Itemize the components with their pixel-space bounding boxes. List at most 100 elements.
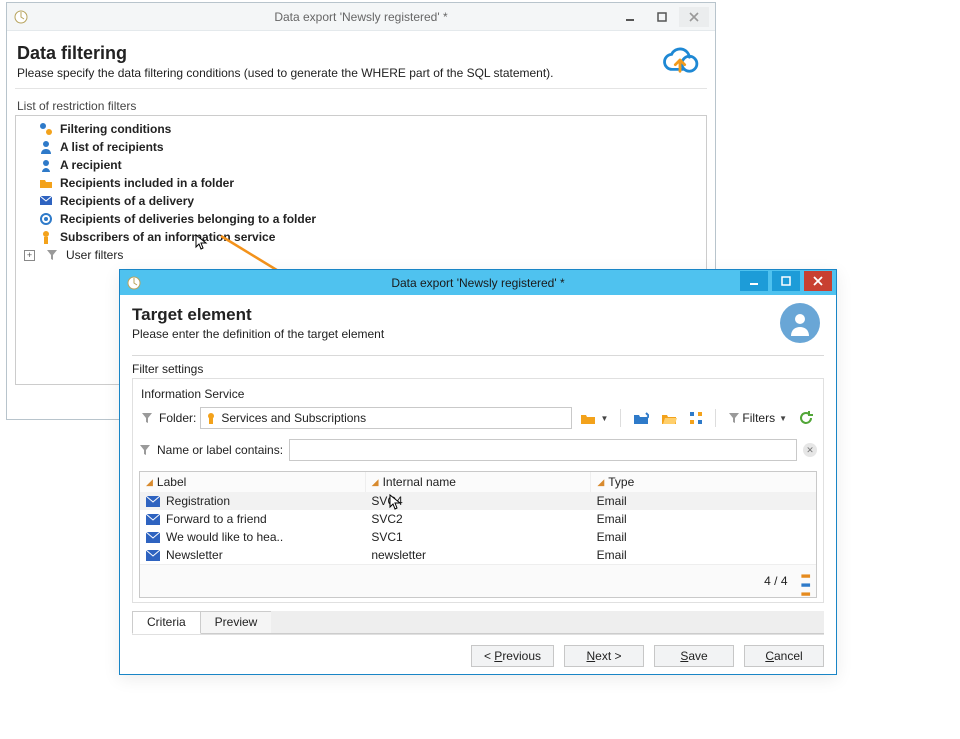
close-button[interactable] xyxy=(804,271,832,291)
minimize-button[interactable] xyxy=(615,7,645,27)
folder-input[interactable]: Services and Subscriptions xyxy=(200,407,572,429)
cell-internal: SVC2 xyxy=(365,511,590,527)
expand-icon[interactable]: + xyxy=(24,250,35,261)
maximize-button[interactable] xyxy=(772,271,800,291)
filter-label: A recipient xyxy=(60,158,122,172)
back-title: Data export 'Newsly registered' * xyxy=(7,10,715,24)
cell-internal: SVC1 xyxy=(365,529,590,545)
filter-recipients-delivery[interactable]: Recipients of a delivery xyxy=(20,192,702,210)
tabs: Criteria Preview xyxy=(132,611,824,634)
front-title: Data export 'Newsly registered' * xyxy=(120,276,836,290)
envelope-icon xyxy=(38,193,54,209)
maximize-button[interactable] xyxy=(647,7,677,27)
cell-type: Email xyxy=(591,529,816,545)
cell-label: Registration xyxy=(166,494,230,508)
cloud-upload-icon xyxy=(661,45,699,75)
col-label[interactable]: ◢Label xyxy=(140,472,366,492)
filter-settings-panel: Information Service Folder: Services and… xyxy=(132,378,824,603)
funnel-icon xyxy=(44,247,60,263)
app-icon xyxy=(126,275,142,291)
cell-label: Forward to a friend xyxy=(166,512,267,526)
filter-list-recipients[interactable]: A list of recipients xyxy=(20,138,702,156)
cell-type: Email xyxy=(591,511,816,527)
clear-button[interactable]: ✕ xyxy=(803,443,817,457)
save-button[interactable]: Save xyxy=(654,645,734,667)
funnel-icon xyxy=(139,444,151,456)
funnel-icon xyxy=(141,412,153,424)
folder-browse-button[interactable]: ▼ xyxy=(576,407,612,429)
filter-label: User filters xyxy=(66,248,123,262)
cell-type: Email xyxy=(591,493,816,509)
avatar-icon xyxy=(780,303,820,343)
filters-dropdown-label: Filters xyxy=(742,411,775,425)
name-filter-label: Name or label contains: xyxy=(157,443,283,457)
envelope-icon xyxy=(146,496,160,507)
table-row[interactable]: Registration SVC4Email xyxy=(140,492,816,510)
front-titlebar[interactable]: Data export 'Newsly registered' * xyxy=(120,270,836,295)
filter-label: Recipients included in a folder xyxy=(60,176,234,190)
filter-label: Recipients of a delivery xyxy=(60,194,194,208)
envelope-icon xyxy=(146,550,160,561)
conditions-icon xyxy=(38,121,54,137)
filter-user-filters[interactable]: + User filters xyxy=(20,246,702,264)
filter-label: Subscribers of an information service xyxy=(60,230,275,244)
tree-button[interactable] xyxy=(685,407,707,429)
info-service-label: Information Service xyxy=(141,387,817,401)
subscriber-icon xyxy=(38,229,54,245)
person-icon xyxy=(38,157,54,173)
people-icon xyxy=(38,139,54,155)
back-heading: Data filtering xyxy=(17,43,661,64)
cell-label: Newsletter xyxy=(166,548,223,562)
refresh-button[interactable] xyxy=(795,407,817,429)
filter-recipients-deliveries-folder[interactable]: Recipients of deliveries belonging to a … xyxy=(20,210,702,228)
filter-subscribers-service[interactable]: Subscribers of an information service xyxy=(20,228,702,246)
folder-icon xyxy=(38,175,54,191)
cancel-button[interactable]: Cancel xyxy=(744,645,824,667)
next-button[interactable]: Next > xyxy=(564,645,644,667)
filters-group-label: List of restriction filters xyxy=(17,99,707,113)
tab-preview[interactable]: Preview xyxy=(200,611,273,634)
filter-label: A list of recipients xyxy=(60,140,164,154)
filter-settings-label: Filter settings xyxy=(132,362,824,376)
name-filter-input[interactable] xyxy=(289,439,797,461)
app-icon xyxy=(13,9,29,25)
filters-dropdown[interactable]: Filters ▼ xyxy=(724,407,791,429)
front-window: Data export 'Newsly registered' * Target… xyxy=(119,269,837,675)
tab-strip xyxy=(271,611,824,634)
cell-label: We would like to hea.. xyxy=(166,530,283,544)
subscriber-icon xyxy=(205,412,217,424)
front-subtitle: Please enter the definition of the targe… xyxy=(132,327,770,341)
folder-open-button[interactable] xyxy=(657,407,681,429)
services-table: ◢Label ◢Internal name ◢Type Registration… xyxy=(139,471,817,598)
folder-label: Folder: xyxy=(159,411,196,425)
divider xyxy=(715,409,716,427)
envelope-icon xyxy=(146,532,160,543)
row-count: 4 / 4 xyxy=(764,574,787,588)
table-row[interactable]: We would like to hea.. SVC1Email xyxy=(140,528,816,546)
link-button[interactable] xyxy=(629,407,653,429)
table-row[interactable]: Forward to a friend SVC2Email xyxy=(140,510,816,528)
filter-label: Recipients of deliveries belonging to a … xyxy=(60,212,316,226)
cell-internal: SVC4 xyxy=(365,493,590,509)
minimize-button[interactable] xyxy=(740,271,768,291)
divider xyxy=(620,409,621,427)
filter-label: Filtering conditions xyxy=(60,122,171,136)
cell-type: Email xyxy=(591,547,816,563)
filter-recipients-folder[interactable]: Recipients included in a folder xyxy=(20,174,702,192)
folder-value: Services and Subscriptions xyxy=(221,411,366,425)
filter-recipient[interactable]: A recipient xyxy=(20,156,702,174)
filter-filtering-conditions[interactable]: Filtering conditions xyxy=(20,120,702,138)
col-internal[interactable]: ◢Internal name xyxy=(366,472,592,492)
list-config-icon[interactable]: ▂▂▂ xyxy=(802,568,810,594)
front-heading: Target element xyxy=(132,305,770,325)
close-button[interactable] xyxy=(679,7,709,27)
cell-internal: newsletter xyxy=(365,547,590,563)
envelope-icon xyxy=(146,514,160,525)
previous-button[interactable]: < Previous xyxy=(471,645,554,667)
back-subtitle: Please specify the data filtering condit… xyxy=(17,66,661,80)
table-row[interactable]: Newsletter newsletterEmail xyxy=(140,546,816,564)
col-type[interactable]: ◢Type xyxy=(591,472,816,492)
tab-criteria[interactable]: Criteria xyxy=(132,611,201,634)
back-titlebar[interactable]: Data export 'Newsly registered' * xyxy=(7,3,715,31)
target-icon xyxy=(38,211,54,227)
